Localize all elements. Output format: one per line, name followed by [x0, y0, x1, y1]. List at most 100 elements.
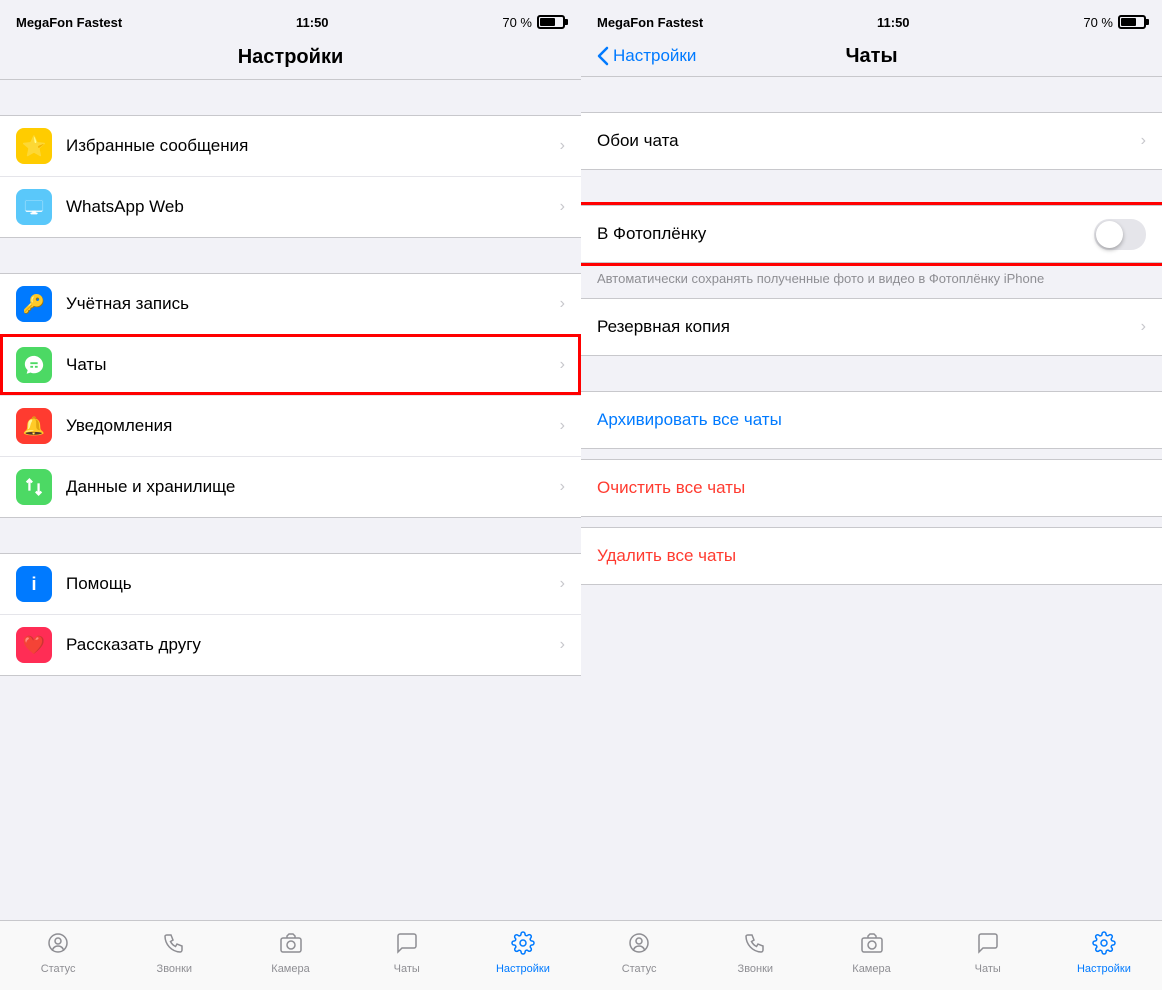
chats-scroll[interactable]: Обои чата › В Фотоплёнку Автоматически с… — [581, 77, 1162, 920]
fotoplenka-label: В Фотоплёнку — [597, 224, 1094, 244]
status-bar-left: MegaFon Fastest 11:50 70 % — [0, 0, 581, 40]
time-left: 11:50 — [296, 15, 329, 30]
camera-tab-icon-left — [279, 931, 303, 961]
nav-bar-right: Настройки Чаты — [581, 40, 1162, 77]
battery-right: 70 % — [1083, 15, 1146, 30]
section-gap-4 — [0, 676, 581, 711]
tab-settings-left[interactable]: Настройки — [465, 931, 581, 975]
chats-item-fotoplenka[interactable]: В Фотоплёнку — [581, 206, 1162, 262]
tab-calls-left[interactable]: Звонки — [116, 931, 232, 975]
tab-status-label-right: Статус — [622, 963, 657, 975]
fotoplenka-group: В Фотоплёнку — [581, 205, 1162, 263]
section-gap-r1 — [581, 77, 1162, 112]
calls-tab-icon-right — [743, 931, 767, 961]
actions-group: Архивировать все чаты — [581, 391, 1162, 449]
group-1: ⭐ Избранные сообщения › WhatsApp Web › — [0, 115, 581, 238]
section-gap-2 — [0, 238, 581, 273]
tell-friend-label: Рассказать другу — [66, 635, 552, 655]
section-gap-r5 — [581, 517, 1162, 527]
clear-label: Очистить все чаты — [597, 478, 1146, 498]
chevron-backup: › — [1141, 318, 1146, 336]
group-2: 🔑 Учётная запись › Чаты › 🔔 Уведомления — [0, 273, 581, 518]
fotoplenka-toggle[interactable] — [1094, 219, 1146, 250]
left-screen: MegaFon Fastest 11:50 70 % Настройки ⭐ И… — [0, 0, 581, 990]
whatsapp-web-icon — [16, 189, 52, 225]
tab-calls-label-right: Звонки — [738, 963, 774, 975]
favorites-icon: ⭐ — [16, 128, 52, 164]
settings-item-notifications[interactable]: 🔔 Уведомления › — [0, 395, 581, 456]
tab-calls-right[interactable]: Звонки — [697, 931, 813, 975]
data-icon — [16, 469, 52, 505]
tab-camera-right[interactable]: Камера — [813, 931, 929, 975]
chats-label: Чаты — [66, 355, 552, 375]
tab-settings-label-right: Настройки — [1077, 963, 1131, 975]
chats-item-backup[interactable]: Резервная копия › — [581, 299, 1162, 355]
settings-item-chats[interactable]: Чаты › — [0, 334, 581, 395]
tab-camera-label-left: Камера — [271, 963, 309, 975]
tab-bar-left: Статус Звонки Камера — [0, 920, 581, 990]
battery-left: 70 % — [502, 15, 565, 30]
tab-camera-left[interactable]: Камера — [232, 931, 348, 975]
back-button[interactable]: Настройки — [597, 46, 696, 66]
clear-group: Очистить все чаты — [581, 459, 1162, 517]
carrier-right: MegaFon Fastest — [597, 15, 703, 30]
battery-icon-right — [1118, 15, 1146, 29]
notifications-label: Уведомления — [66, 416, 552, 436]
status-tab-icon-right — [627, 931, 651, 961]
notifications-icon: 🔔 — [16, 408, 52, 444]
tab-status-left[interactable]: Статус — [0, 931, 116, 975]
delete-label: Удалить все чаты — [597, 546, 1146, 566]
chats-settings-title: Чаты — [845, 45, 897, 68]
chats-action-delete[interactable]: Удалить все чаты — [581, 528, 1162, 584]
settings-tab-icon-right — [1092, 931, 1116, 961]
back-label: Настройки — [613, 46, 696, 66]
settings-item-whatsapp-web[interactable]: WhatsApp Web › — [0, 176, 581, 237]
settings-item-favorites[interactable]: ⭐ Избранные сообщения › — [0, 116, 581, 176]
chats-tab-icon-right — [976, 931, 1000, 961]
backup-label: Резервная копия — [597, 317, 1133, 337]
wallpaper-label: Обои чата — [597, 131, 1133, 151]
section-gap-r6 — [581, 585, 1162, 620]
calls-tab-icon-left — [162, 931, 186, 961]
tab-status-right[interactable]: Статус — [581, 931, 697, 975]
whatsapp-web-label: WhatsApp Web — [66, 197, 552, 217]
help-label: Помощь — [66, 574, 552, 594]
delete-group: Удалить все чаты — [581, 527, 1162, 585]
battery-icon-left — [537, 15, 565, 29]
chats-icon — [16, 347, 52, 383]
tab-chats-label-right: Чаты — [975, 963, 1001, 975]
chevron-account: › — [560, 295, 565, 313]
chats-item-wallpaper[interactable]: Обои чата › — [581, 113, 1162, 169]
tab-chats-left[interactable]: Чаты — [349, 931, 465, 975]
settings-item-tell-friend[interactable]: ❤️ Рассказать другу › — [0, 614, 581, 675]
section-gap-r3 — [581, 356, 1162, 391]
account-label: Учётная запись — [66, 294, 552, 314]
tab-settings-right[interactable]: Настройки — [1046, 931, 1162, 975]
settings-tab-icon-left — [511, 931, 535, 961]
tab-settings-label-left: Настройки — [496, 963, 550, 975]
chevron-whatsapp-web: › — [560, 198, 565, 216]
tab-calls-label-left: Звонки — [157, 963, 193, 975]
tab-camera-label-right: Камера — [852, 963, 890, 975]
settings-scroll[interactable]: ⭐ Избранные сообщения › WhatsApp Web › — [0, 80, 581, 920]
chevron-data: › — [560, 478, 565, 496]
settings-item-account[interactable]: 🔑 Учётная запись › — [0, 274, 581, 334]
settings-item-help[interactable]: i Помощь › — [0, 554, 581, 614]
tab-chats-right[interactable]: Чаты — [930, 931, 1046, 975]
settings-item-data[interactable]: Данные и хранилище › — [0, 456, 581, 517]
chevron-wallpaper: › — [1141, 132, 1146, 150]
chevron-help: › — [560, 575, 565, 593]
section-gap-r2 — [581, 170, 1162, 205]
carrier-left: MegaFon Fastest — [16, 15, 122, 30]
chats-action-clear[interactable]: Очистить все чаты — [581, 460, 1162, 516]
chevron-chats: › — [560, 356, 565, 374]
status-tab-icon-left — [46, 931, 70, 961]
archive-label: Архивировать все чаты — [597, 410, 1146, 430]
chats-action-archive[interactable]: Архивировать все чаты — [581, 392, 1162, 448]
tab-chats-label-left: Чаты — [394, 963, 420, 975]
wallpaper-group: Обои чата › — [581, 112, 1162, 170]
chats-tab-icon-left — [395, 931, 419, 961]
tell-friend-icon: ❤️ — [16, 627, 52, 663]
data-label: Данные и хранилище — [66, 477, 552, 497]
section-gap-r4 — [581, 449, 1162, 459]
